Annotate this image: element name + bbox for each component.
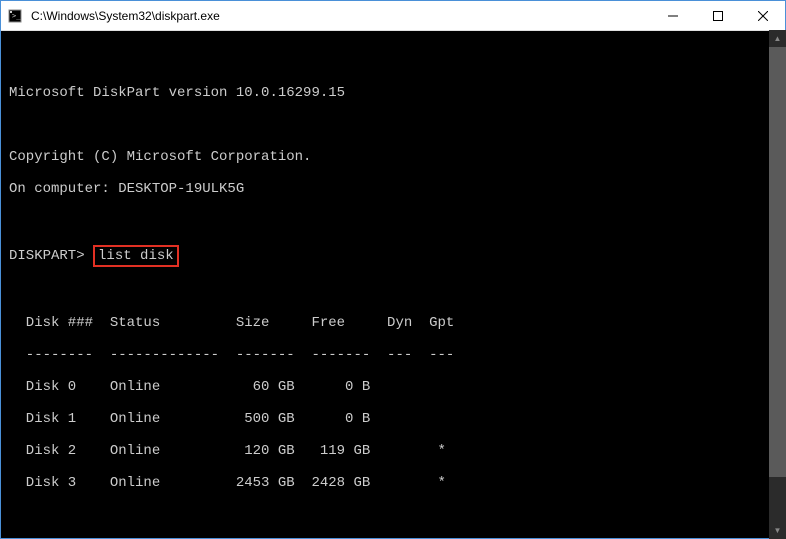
titlebar[interactable]: >_ C:\Windows\System32\diskpart.exe <box>1 1 785 31</box>
app-icon: >_ <box>1 9 29 23</box>
prompt-line: DISKPART> list disk <box>9 245 785 267</box>
close-icon <box>758 11 768 21</box>
maximize-button[interactable] <box>695 1 740 30</box>
table-row: Disk 1 Online 500 GB 0 B <box>9 411 785 427</box>
table-header: Disk ### Status Size Free Dyn Gpt <box>9 315 785 331</box>
table-row: Disk 0 Online 60 GB 0 B <box>9 379 785 395</box>
close-button[interactable] <box>740 1 785 30</box>
scrollbar[interactable]: ▲ ▼ <box>769 30 786 539</box>
table-row: Disk 2 Online 120 GB 119 GB * <box>9 443 785 459</box>
table-divider: -------- ------------- ------- ------- -… <box>9 347 785 363</box>
computer-line: On computer: DESKTOP-19ULK5G <box>9 181 785 197</box>
minimize-button[interactable] <box>650 1 695 30</box>
scroll-down-arrow-icon[interactable]: ▼ <box>769 522 786 539</box>
maximize-icon <box>713 11 723 21</box>
app-window: >_ C:\Windows\System32\diskpart.exe Micr… <box>0 0 786 539</box>
command-list-disk: list disk <box>93 245 179 267</box>
table-row: Disk 3 Online 2453 GB 2428 GB * <box>9 475 785 491</box>
scrollbar-thumb[interactable] <box>769 47 786 477</box>
window-title: C:\Windows\System32\diskpart.exe <box>29 9 650 23</box>
window-controls <box>650 1 785 30</box>
copyright-line: Copyright (C) Microsoft Corporation. <box>9 149 785 165</box>
minimize-icon <box>668 11 678 21</box>
terminal-output[interactable]: Microsoft DiskPart version 10.0.16299.15… <box>1 31 785 538</box>
version-line: Microsoft DiskPart version 10.0.16299.15 <box>9 85 785 101</box>
scroll-up-arrow-icon[interactable]: ▲ <box>769 30 786 47</box>
svg-text:>_: >_ <box>12 12 21 20</box>
